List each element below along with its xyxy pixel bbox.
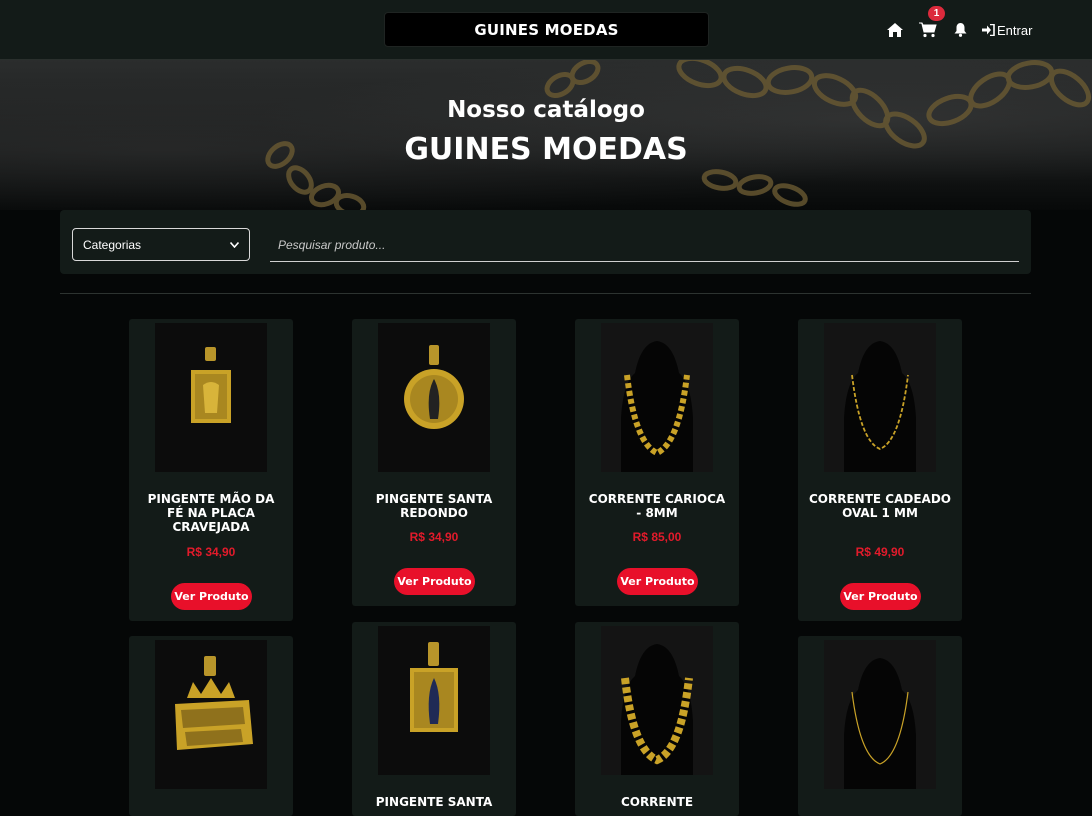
bell-icon[interactable]: [954, 21, 967, 39]
top-navbar: GUINES MOEDAS 1 Entrar: [0, 0, 1092, 60]
chain-carioca-image: [601, 323, 713, 472]
product-card[interactable]: [798, 636, 962, 816]
category-select[interactable]: Categorias: [72, 228, 250, 261]
product-image[interactable]: [155, 640, 267, 789]
product-image[interactable]: [601, 323, 713, 472]
cart-count-badge: 1: [928, 6, 945, 21]
chevron-down-icon: [230, 241, 239, 248]
view-product-button[interactable]: Ver Produto: [171, 583, 252, 610]
view-product-button[interactable]: Ver Produto: [617, 568, 698, 595]
product-card[interactable]: PINGENTE SANTA: [352, 622, 516, 816]
product-name[interactable]: PINGENTE SANTA REDONDO: [362, 492, 506, 520]
home-icon[interactable]: [887, 21, 903, 39]
product-image[interactable]: [601, 626, 713, 775]
product-card[interactable]: CORRENTE CADEADO OVAL 1 MM R$ 49,90 Ver …: [798, 319, 962, 621]
product-card[interactable]: PINGENTE MÃO DA FÉ NA PLACA CRAVEJADA R$…: [129, 319, 293, 621]
hero-banner: Nosso catálogo GUINES MOEDAS: [0, 60, 1092, 210]
view-product-button[interactable]: Ver Produto: [840, 583, 921, 610]
cart-icon[interactable]: [919, 21, 937, 39]
login-label: Entrar: [997, 22, 1033, 38]
hero-subtitle: Nosso catálogo: [447, 97, 645, 123]
product-image[interactable]: [378, 626, 490, 775]
divider: [60, 293, 1031, 294]
product-price: R$ 85,00: [632, 530, 682, 544]
chain-thick-image: [601, 626, 713, 775]
view-product-button[interactable]: Ver Produto: [394, 568, 475, 595]
product-image[interactable]: [378, 323, 490, 472]
product-price: R$ 49,90: [855, 545, 905, 559]
product-image[interactable]: [824, 323, 936, 472]
product-card[interactable]: [129, 636, 293, 816]
category-select-value: Categorias: [83, 237, 142, 252]
product-image[interactable]: [155, 323, 267, 472]
hero-title: GUINES MOEDAS: [404, 132, 688, 167]
product-name[interactable]: PINGENTE SANTA: [362, 795, 506, 809]
pendant-saint-plate-image: [378, 626, 490, 775]
pendant-hands-image: [155, 323, 267, 472]
chain-oval-image: [824, 323, 936, 472]
product-name[interactable]: CORRENTE CADEADO OVAL 1 MM: [808, 492, 952, 520]
brand-title[interactable]: GUINES MOEDAS: [384, 12, 709, 47]
product-image[interactable]: [824, 640, 936, 789]
product-name[interactable]: PINGENTE MÃO DA FÉ NA PLACA CRAVEJADA: [139, 492, 283, 534]
product-card[interactable]: CORRENTE: [575, 622, 739, 816]
pendant-round-saint-image: [378, 323, 490, 472]
login-button[interactable]: Entrar: [982, 21, 1032, 39]
product-card[interactable]: CORRENTE CARIOCA - 8MM R$ 85,00 Ver Prod…: [575, 319, 739, 606]
sign-in-icon: [982, 24, 995, 36]
search-input[interactable]: [270, 230, 1035, 260]
product-name[interactable]: CORRENTE CARIOCA - 8MM: [585, 492, 729, 520]
product-card[interactable]: PINGENTE SANTA REDONDO R$ 34,90 Ver Prod…: [352, 319, 516, 606]
product-name[interactable]: CORRENTE: [585, 795, 729, 809]
pendant-favela-venceu-image: [155, 640, 267, 789]
filter-bar: Categorias: [60, 210, 1035, 274]
search-field: [270, 230, 1035, 262]
product-price: R$ 34,90: [186, 545, 236, 559]
chain-thin-image: [824, 640, 936, 789]
product-price: R$ 34,90: [409, 530, 459, 544]
